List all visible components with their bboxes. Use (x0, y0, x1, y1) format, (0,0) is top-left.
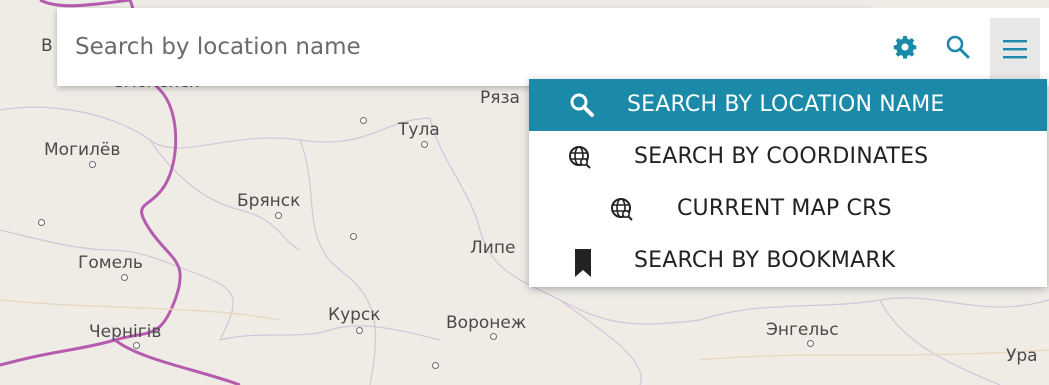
globe-icon (569, 146, 591, 169)
city-label: Гомель (78, 253, 143, 273)
search-icon (946, 35, 970, 59)
menu-item-search-by-bookmark[interactable]: SEARCH BY BOOKMARK (529, 235, 1047, 285)
search-button[interactable] (936, 25, 980, 69)
menu-item-label: SEARCH BY LOCATION NAME (627, 92, 945, 117)
menu-item-label: SEARCH BY COORDINATES (634, 144, 929, 169)
search-toolbar (873, 8, 1049, 86)
city-marker (421, 141, 428, 148)
city-label: Ура (1006, 346, 1038, 366)
city-label: Брянск (237, 191, 301, 211)
city-marker (350, 233, 357, 240)
city-label: Могилёв (44, 140, 121, 160)
globe-icon (611, 198, 633, 221)
city-marker (807, 340, 814, 347)
search-icon (570, 93, 594, 117)
menu-item-search-by-coordinates[interactable]: SEARCH BY COORDINATES (529, 131, 1047, 181)
menu-button[interactable] (990, 18, 1040, 80)
bookmark-icon (575, 249, 591, 277)
city-label: Курск (328, 305, 381, 325)
city-label: Липе (470, 238, 516, 258)
city-marker (356, 327, 363, 334)
search-bar (57, 8, 873, 86)
search-input[interactable] (57, 8, 873, 86)
city-marker (38, 219, 45, 226)
city-marker (432, 362, 439, 369)
city-label: Тула (398, 120, 440, 140)
menu-item-current-map-crs[interactable]: CURRENT MAP CRS (529, 183, 1047, 233)
city-marker (133, 342, 140, 349)
menu-item-label: CURRENT MAP CRS (677, 196, 892, 221)
city-marker (89, 161, 96, 168)
search-mode-menu: SEARCH BY LOCATION NAME SEARCH BY COORDI… (529, 79, 1047, 287)
city-marker (490, 333, 497, 340)
menu-item-search-by-location[interactable]: SEARCH BY LOCATION NAME (529, 79, 1047, 131)
city-label: Энгельс (766, 320, 839, 340)
gear-icon (893, 36, 917, 59)
settings-button[interactable] (883, 25, 927, 69)
city-label: В (41, 36, 53, 56)
menu-item-label: SEARCH BY BOOKMARK (634, 248, 896, 273)
hamburger-icon (1003, 40, 1027, 59)
city-label: Воронеж (446, 313, 527, 333)
city-marker (275, 212, 282, 219)
city-marker (121, 274, 128, 281)
city-label: Чернігів (89, 322, 162, 342)
city-label: Ряза (480, 88, 520, 108)
city-marker (360, 117, 367, 124)
